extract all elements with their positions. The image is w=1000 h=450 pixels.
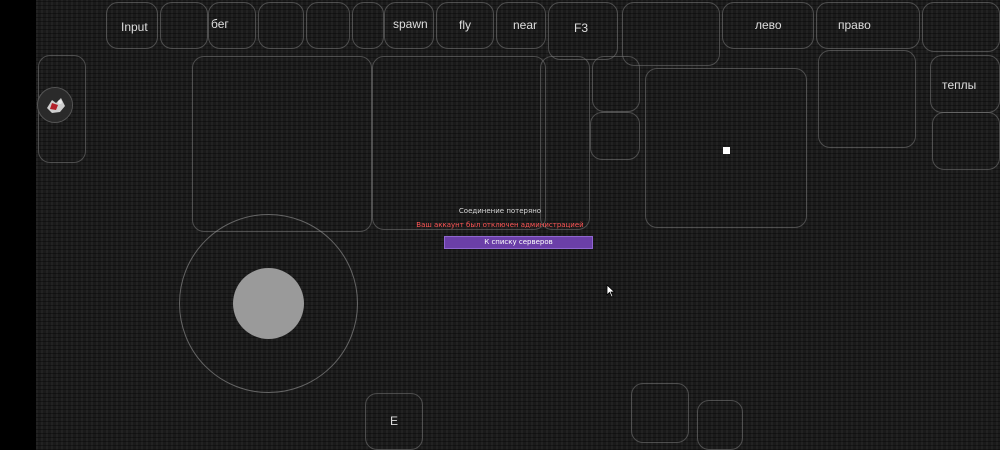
right-button-label: право (838, 18, 871, 32)
near-button-label: near (513, 18, 538, 32)
dialog-title: Соединение потеряно (458, 207, 542, 215)
control-slot[interactable] (697, 400, 743, 450)
control-slot[interactable] (372, 56, 546, 230)
control-slot[interactable] (622, 2, 720, 66)
mouse-cursor-icon (606, 284, 616, 298)
control-slot[interactable] (922, 2, 1000, 52)
back-to-servers-button[interactable]: К списку серверов (444, 236, 593, 249)
control-slot[interactable] (352, 2, 384, 49)
control-slot[interactable] (818, 50, 916, 148)
menu-button[interactable] (37, 87, 73, 123)
e-button-label: E (390, 414, 399, 428)
tp-button-label: тeплы (942, 78, 977, 92)
control-slot[interactable] (592, 56, 640, 112)
control-slot[interactable] (932, 112, 1000, 170)
control-slot[interactable] (160, 2, 208, 49)
control-slot[interactable] (540, 56, 590, 230)
crosshair (723, 147, 730, 154)
input-button-label: Input (121, 20, 148, 34)
control-slot[interactable] (258, 2, 304, 49)
run-button-label: бег (211, 17, 229, 31)
spawn-button-label: spawn (393, 17, 428, 31)
dialog-message: Ваш аккаунт был отключен администрацией (416, 221, 584, 229)
fly-button-label: fly (459, 18, 471, 32)
left-button-label: лево (755, 18, 782, 32)
control-slot[interactable] (306, 2, 350, 49)
control-slot[interactable] (192, 56, 372, 232)
control-slot[interactable] (590, 112, 640, 160)
control-slot[interactable] (631, 383, 689, 443)
joystick-knob[interactable] (233, 268, 304, 339)
f3-button-label: F3 (574, 21, 589, 35)
